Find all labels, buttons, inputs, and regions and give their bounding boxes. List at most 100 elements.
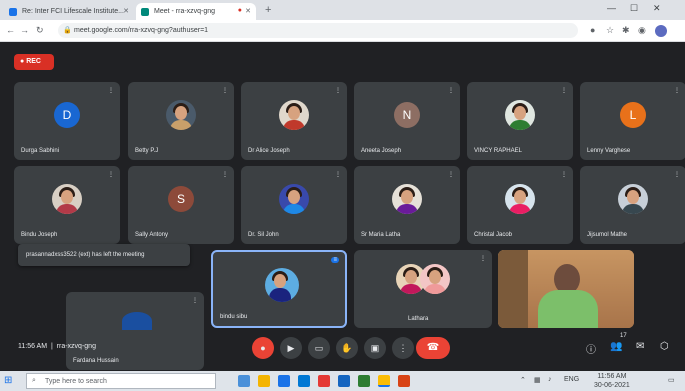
captions-button[interactable]: ▭ [308, 337, 330, 359]
recording-dot-icon: ● [237, 7, 242, 14]
windows-start-icon[interactable]: ⊞ [4, 375, 12, 386]
forward-icon[interactable]: → [20, 25, 29, 35]
close-window-icon[interactable]: ✕ [653, 3, 661, 14]
participant-tile[interactable]: S ⋮ Sally Antony [128, 166, 234, 244]
volume-icon[interactable]: ♪ [548, 376, 552, 383]
participant-tile-active-speaker[interactable]: ≡ bindu sibu [211, 250, 347, 328]
participant-tile[interactable]: ⋮ VINCY RAPHAEL [467, 82, 573, 160]
account-icon[interactable]: ◉ [638, 25, 646, 36]
participant-tile[interactable]: D ⋮ Durga Sabhini [14, 82, 120, 160]
participant-initial-avatar: S [168, 186, 194, 212]
more-options-button[interactable]: ⋮ [392, 337, 414, 359]
participant-tile[interactable]: N ⋮ Aneeta Joseph [354, 82, 460, 160]
participant-tile[interactable]: ⋮ Sr Maria Latha [354, 166, 460, 244]
participant-name: Dr. Sil John [248, 232, 279, 238]
participant-photo [265, 268, 299, 302]
tray-up-icon[interactable]: ⌃ [520, 376, 526, 384]
left-meeting-toast: prasannadxss3522 (ext) has left the meet… [18, 244, 190, 266]
url-text: meet.google.com/rra-xzvq-gng?authuser=1 [74, 27, 209, 34]
participant-tile[interactable]: ⋮ Dr Alice Joseph [241, 82, 347, 160]
screen: Re: Inter FCI Lifescale Institute... ✕ M… [0, 0, 685, 391]
back-icon[interactable]: ← [6, 25, 15, 35]
mic-muted-icon: ⋮ [480, 256, 486, 262]
mic-muted-icon: ⋮ [674, 172, 680, 178]
participant-tile[interactable]: ⋮ Jijsumol Mathe [580, 166, 685, 244]
participant-name: Bindu Joseph [21, 232, 58, 238]
taskbar-date: 30-06-2021 [594, 382, 630, 389]
raise-hand-button[interactable]: ✋ [336, 337, 358, 359]
participant-tile[interactable]: ⋮ Bindu Joseph [14, 166, 120, 244]
present-button[interactable]: ▣ [364, 337, 386, 359]
participant-tile[interactable]: ⋮ Dr. Sil John [241, 166, 347, 244]
recording-badge: ● REC [14, 54, 54, 70]
mic-muted-icon: ⋮ [108, 172, 114, 178]
browser-tab-meet[interactable]: Meet - rra-xzvq-gng ● ✕ [136, 3, 256, 20]
network-icon[interactable]: ▦ [534, 376, 541, 384]
participant-photo [420, 264, 450, 294]
file-explorer-icon[interactable] [258, 375, 270, 387]
tab-label: Re: Inter FCI Lifescale Institute... [22, 8, 124, 15]
participant-name: Lathara [408, 316, 429, 322]
store-icon[interactable] [298, 375, 310, 387]
mic-muted-icon: ⋮ [108, 88, 114, 94]
minimize-icon[interactable]: — [607, 3, 616, 13]
close-tab-icon[interactable]: ✕ [123, 7, 129, 15]
browser-toolbar: ← → ↻ 🔒 meet.google.com/rra-xzvq-gng?aut… [0, 20, 685, 42]
participant-count: 17 [620, 333, 627, 339]
task-view-icon[interactable] [238, 375, 250, 387]
participant-name: VINCY RAPHAEL [474, 148, 522, 154]
address-bar[interactable]: 🔒 meet.google.com/rra-xzvq-gng?authuser=… [58, 23, 578, 38]
excel-icon[interactable] [358, 375, 370, 387]
extension-icon[interactable]: ✱ [622, 25, 630, 36]
participant-name: bindu sibu [220, 314, 248, 320]
star-icon[interactable]: ☆ [606, 25, 614, 36]
participant-video-tile[interactable] [498, 250, 634, 328]
lock-icon: 🔒 [63, 27, 72, 34]
meeting-code: rra-xzvq-gng [56, 343, 96, 350]
windows-taskbar: ⊞ ⌕ Type here to search ⌃ ▦ ♪ ENG 11:56 … [0, 371, 685, 391]
search-placeholder: Type here to search [45, 378, 107, 385]
language[interactable]: ENG [564, 376, 579, 383]
edge-icon[interactable] [278, 375, 290, 387]
new-tab-icon[interactable]: + [265, 4, 271, 16]
profile-avatar[interactable] [655, 25, 667, 37]
word-icon[interactable] [338, 375, 350, 387]
participant-name: Lenny Varghese [587, 148, 631, 154]
reload-icon[interactable]: ↻ [36, 25, 44, 36]
meeting-controls: 11:56 AM | rra-xzvq-gng ● ▶ ▭ ✋ ▣ ⋮ ☎ ⓘ … [0, 325, 685, 371]
camera-indicator-icon[interactable]: ● [590, 25, 595, 35]
app-icon[interactable] [318, 375, 330, 387]
mic-button[interactable]: ● [252, 337, 274, 359]
mic-muted-icon: ⋮ [192, 298, 198, 304]
participant-initial-avatar: L [620, 102, 646, 128]
participant-initial-avatar: D [54, 102, 80, 128]
mic-muted-icon: ⋮ [335, 172, 341, 178]
camera-button[interactable]: ▶ [280, 337, 302, 359]
browser-tab-mail[interactable]: Re: Inter FCI Lifescale Institute... ✕ [4, 3, 134, 20]
participant-photo [279, 184, 309, 214]
mic-muted-icon: ⋮ [222, 88, 228, 94]
people-icon[interactable]: 👥 [610, 341, 622, 352]
clock-text: 11:56 AM [18, 343, 48, 350]
info-icon[interactable]: ⓘ [586, 341, 596, 356]
mic-muted-icon: ⋮ [222, 172, 228, 178]
mic-muted-icon: ⋮ [561, 88, 567, 94]
notifications-icon[interactable]: ▭ [668, 376, 675, 384]
maximize-icon[interactable]: ☐ [630, 3, 638, 14]
participant-tile[interactable]: ⋮ Lathara [354, 250, 492, 328]
participant-tile[interactable]: ⋮ Christal Jacob [467, 166, 573, 244]
powerpoint-icon[interactable] [398, 375, 410, 387]
chat-icon[interactable]: ✉ [636, 341, 644, 352]
participant-tile[interactable]: L ⋮ Lenny Varghese [580, 82, 685, 160]
participant-name: Aneeta Joseph [361, 148, 402, 154]
participant-photo [505, 184, 535, 214]
participant-photo [279, 100, 309, 130]
participant-tile[interactable]: ⋮ Betty P.J [128, 82, 234, 160]
meeting-time: 11:56 AM | rra-xzvq-gng [18, 343, 96, 350]
close-tab-icon[interactable]: ✕ [245, 7, 251, 15]
chrome-icon[interactable] [378, 375, 390, 387]
taskbar-search[interactable]: ⌕ Type here to search [26, 373, 216, 389]
taskbar-clock[interactable]: 11:56 AM 30-06-2021 [594, 372, 630, 390]
activities-icon[interactable]: ⬡ [660, 341, 669, 352]
end-call-button[interactable]: ☎ [416, 337, 450, 359]
